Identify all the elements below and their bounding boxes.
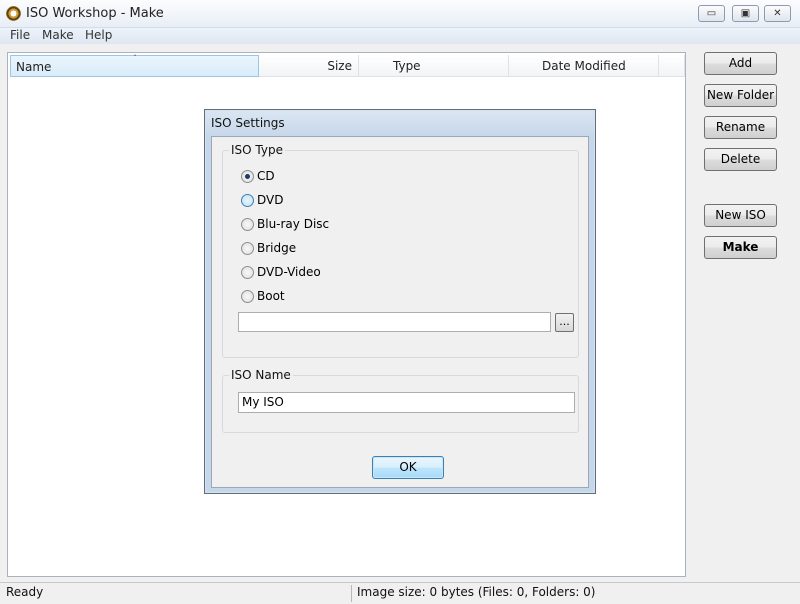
dialog-body: ISO Type CD DVD Blu-ray Disc Bridge DVD-…: [211, 136, 589, 488]
dialog-title: ISO Settings: [211, 116, 285, 130]
iso-name-group: ISO Name My ISO: [222, 368, 579, 433]
browse-button[interactable]: ...: [555, 313, 574, 332]
radio-icon: [241, 218, 254, 231]
make-button[interactable]: Make: [704, 236, 777, 259]
sort-ascending-icon: ˆ: [133, 54, 137, 63]
iso-name-label: ISO Name: [229, 368, 293, 382]
radio-icon: [241, 194, 254, 207]
column-header-type[interactable]: Type: [359, 55, 509, 77]
boot-image-path-input[interactable]: [238, 312, 551, 332]
radio-blu-ray-label: Blu-ray Disc: [257, 217, 330, 231]
column-header-name-label: Name: [16, 60, 52, 74]
iso-settings-dialog: ISO Settings ISO Type CD DVD Blu-ray Dis…: [204, 109, 596, 494]
new-folder-button[interactable]: New Folder: [704, 84, 777, 107]
radio-icon: [241, 242, 254, 255]
status-text: Ready: [6, 585, 44, 599]
column-header-size[interactable]: Size: [259, 55, 359, 77]
iso-name-input[interactable]: My ISO: [238, 392, 575, 413]
radio-dvd-label: DVD: [257, 193, 284, 207]
disc-icon: [6, 6, 21, 21]
image-size-status: Image size: 0 bytes (Files: 0, Folders: …: [357, 585, 596, 599]
menu-file[interactable]: File: [10, 28, 30, 42]
column-header-date-modified[interactable]: Date Modified: [509, 55, 659, 77]
rename-button[interactable]: Rename: [704, 116, 777, 139]
maximize-button[interactable]: ▣: [732, 5, 759, 22]
add-button[interactable]: Add: [704, 52, 777, 75]
iso-type-label: ISO Type: [229, 143, 285, 157]
radio-bridge-label: Bridge: [257, 241, 297, 255]
menu-help[interactable]: Help: [85, 28, 112, 42]
radio-icon: [241, 266, 254, 279]
window-title: ISO Workshop - Make: [26, 6, 164, 21]
delete-button[interactable]: Delete: [704, 148, 777, 171]
ok-button[interactable]: OK: [372, 456, 444, 479]
menu-bar: File Make Help: [0, 28, 800, 44]
status-divider: [351, 585, 352, 602]
minimize-button[interactable]: ▭: [698, 5, 725, 22]
radio-boot-label: Boot: [257, 289, 285, 303]
column-header-name[interactable]: ˆ Name: [10, 54, 259, 77]
title-bar: ISO Workshop - Make ▭ ▣ ✕: [0, 0, 800, 28]
radio-cd-label: CD: [257, 169, 275, 183]
new-iso-button[interactable]: New ISO: [704, 204, 777, 227]
close-button[interactable]: ✕: [764, 5, 791, 22]
radio-selected-icon: [241, 170, 254, 183]
radio-icon: [241, 290, 254, 303]
status-bar: Ready Image size: 0 bytes (Files: 0, Fol…: [0, 582, 800, 604]
menu-make[interactable]: Make: [42, 28, 74, 42]
radio-dvd-video-label: DVD-Video: [257, 265, 321, 279]
iso-type-group: ISO Type CD DVD Blu-ray Disc Bridge DVD-…: [222, 143, 579, 358]
column-header-filler: [659, 55, 685, 77]
